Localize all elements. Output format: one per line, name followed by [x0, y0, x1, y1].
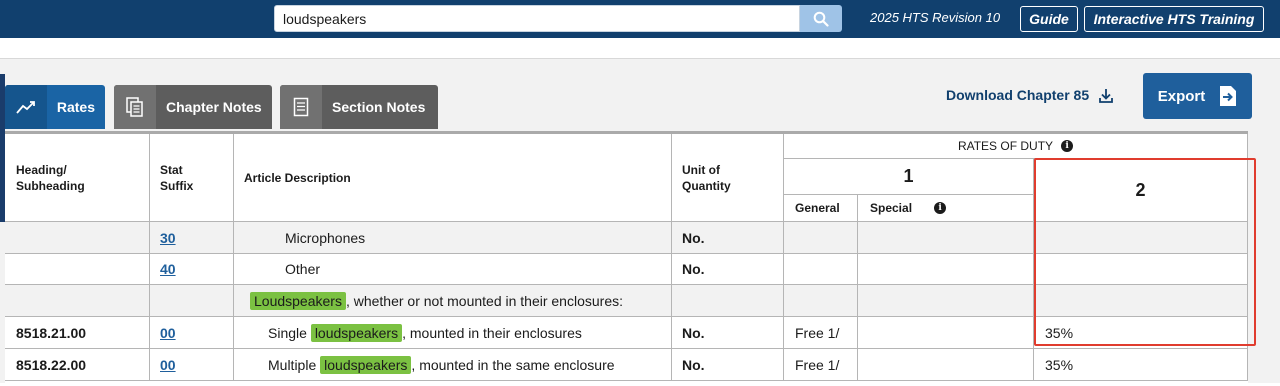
search-button[interactable] [800, 5, 842, 32]
column-2-rate-cell: 35% [1034, 349, 1248, 381]
document-copy-icon [114, 85, 156, 129]
info-icon[interactable]: i [1061, 140, 1074, 152]
search-icon [813, 11, 829, 27]
general-rate-cell [784, 222, 858, 254]
header-column-1: 1 [784, 159, 1034, 195]
rates-table: Heading/Subheading Stat Suffix Article De… [0, 74, 1248, 386]
table-row-heading [5, 254, 150, 285]
stat-suffix-link[interactable]: 40 [160, 261, 176, 277]
special-rate-cell [858, 349, 1034, 381]
revision-label: 2025 HTS Revision 10 [870, 10, 1001, 25]
info-icon[interactable]: i [934, 202, 947, 214]
column-2-rate-cell [1034, 285, 1248, 317]
guide-button[interactable]: Guide [1020, 6, 1078, 32]
tab-section-notes-label: Section Notes [332, 99, 426, 115]
table-row-heading: 8518.21.00 [5, 317, 150, 349]
search-highlight: loudspeakers [320, 355, 412, 374]
trend-chart-icon [5, 85, 47, 129]
rates-panel: Rates Chapter Notes Section Notes Downlo… [0, 58, 1280, 386]
table-row-heading [5, 285, 150, 317]
stat-suffix-cell [150, 285, 234, 317]
unit-cell: No. [672, 222, 784, 254]
download-chapter-label: Download Chapter 85 [946, 87, 1090, 103]
special-rate-cell [858, 222, 1034, 254]
description-cell: Multiple loudspeakers, mounted in the sa… [234, 349, 672, 381]
unit-cell: No. [672, 317, 784, 349]
stat-suffix-link[interactable]: 00 [160, 357, 176, 373]
export-label: Export [1157, 87, 1206, 105]
special-rate-cell [858, 317, 1034, 349]
header-general: General [784, 195, 858, 222]
header-stat-suffix: Stat Suffix [150, 134, 234, 222]
special-rate-cell [858, 254, 1034, 285]
search-highlight: loudspeakers [310, 323, 403, 342]
search-highlight: Loudspeakers [250, 291, 346, 310]
header-rates-of-duty: RATES OF DUTY i [784, 134, 1248, 159]
stat-suffix-cell: 00 [150, 317, 234, 349]
tab-chapter-notes[interactable]: Chapter Notes [114, 85, 272, 129]
stat-suffix-cell: 40 [150, 254, 234, 285]
unit-cell: No. [672, 254, 784, 285]
table-row-heading: 8518.22.00 [5, 349, 150, 381]
tab-rates[interactable]: Rates [5, 85, 105, 129]
description-cell: Other [234, 254, 672, 285]
stat-suffix-cell: 30 [150, 222, 234, 254]
table-row-heading [5, 222, 150, 254]
unit-cell: No. [672, 349, 784, 381]
column-2-rate-cell: 35% [1034, 317, 1248, 349]
download-icon [1099, 88, 1114, 103]
tab-chapter-notes-label: Chapter Notes [166, 99, 262, 115]
document-icon [280, 85, 322, 129]
download-chapter-link[interactable]: Download Chapter 85 [946, 87, 1114, 103]
header-column-2: 2 [1034, 159, 1248, 222]
header-article-description: Article Description [234, 134, 672, 222]
column-2-rate-cell [1034, 222, 1248, 254]
tab-rates-label: Rates [56, 99, 95, 115]
stat-suffix-link[interactable]: 30 [160, 230, 176, 246]
column-2-rate-cell [1034, 254, 1248, 285]
left-edge-strip [0, 74, 5, 222]
description-cell: Single loudspeakers, mounted in their en… [234, 317, 672, 349]
search-input[interactable] [274, 5, 800, 32]
tab-section-notes[interactable]: Section Notes [280, 85, 438, 129]
stat-suffix-cell: 00 [150, 349, 234, 381]
top-navigation-bar: 2025 HTS Revision 10 Guide Interactive H… [0, 0, 1280, 38]
header-heading-subheading: Heading/Subheading [5, 134, 150, 222]
header-unit-of-quantity: Unit of Quantity [672, 134, 784, 222]
interactive-training-button[interactable]: Interactive HTS Training [1084, 6, 1264, 32]
general-rate-cell [784, 254, 858, 285]
description-cell: Loudspeakers, whether or not mounted in … [234, 285, 672, 317]
description-cell: Microphones [234, 222, 672, 254]
header-special: Special i [858, 195, 1034, 222]
export-button[interactable]: Export [1143, 73, 1252, 119]
general-rate-cell [784, 285, 858, 317]
general-rate-cell: Free 1/ [784, 317, 858, 349]
stat-suffix-link[interactable]: 00 [160, 325, 176, 341]
export-file-icon [1220, 86, 1237, 106]
special-rate-cell [858, 285, 1034, 317]
unit-cell [672, 285, 784, 317]
general-rate-cell: Free 1/ [784, 349, 858, 381]
